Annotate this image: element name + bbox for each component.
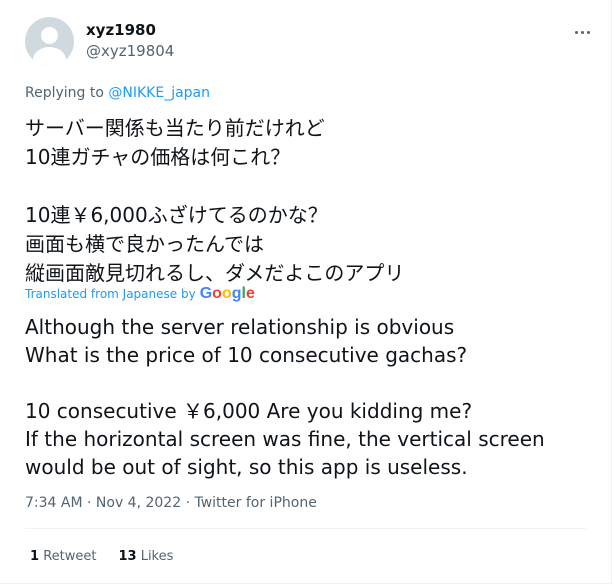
tweet-original-line: 画面も横で良かったんでは bbox=[25, 232, 264, 256]
retweets-stat[interactable]: 1 Retweet bbox=[30, 548, 96, 566]
user-handle[interactable]: @xyz19804 bbox=[86, 42, 174, 60]
tweet-translation-line: 10 consecutive ￥6,000 Are you kidding me… bbox=[25, 399, 473, 423]
tweet-translation-blank-line bbox=[25, 369, 545, 397]
replying-to-label: Replying to bbox=[25, 85, 109, 101]
tweet-text-original: サーバー関係も当たり前だけれど 10連ガチャの価格は何これ？ 10連￥6,000… bbox=[25, 114, 404, 288]
tweet-text-translation: Although the server relationship is obvi… bbox=[25, 313, 545, 481]
retweets-count: 1 bbox=[30, 549, 40, 564]
avatar-head-shape bbox=[41, 27, 58, 44]
more-horizontal-icon-dot bbox=[586, 30, 590, 34]
tweet-stats: 1 Retweet 13 Likes bbox=[30, 548, 173, 566]
tweet-translation-line: Although the server relationship is obvi… bbox=[25, 315, 455, 339]
translation-attribution[interactable]: Translated from Japanese by Google bbox=[25, 286, 255, 302]
more-options-button[interactable] bbox=[569, 24, 595, 40]
tweet-original-line: サーバー関係も当たり前だけれど bbox=[25, 116, 325, 140]
likes-count: 13 bbox=[118, 549, 137, 564]
tweet-source[interactable]: Twitter for iPhone bbox=[194, 495, 316, 511]
tweet-meta: 7:34 AM · Nov 4, 2022 · Twitter for iPho… bbox=[25, 494, 317, 512]
reply-mention-link[interactable]: @NIKKE_japan bbox=[108, 85, 210, 101]
tweet-original-blank-line bbox=[25, 172, 404, 201]
avatar-shoulders-shape bbox=[33, 47, 66, 66]
tweet-original-line: 縦画面敵見切れるし、ダメだよこのアプリ bbox=[25, 261, 405, 285]
user-avatar[interactable] bbox=[25, 17, 74, 66]
retweets-label: Retweet bbox=[43, 549, 97, 564]
tweet-time[interactable]: 7:34 AM bbox=[25, 495, 83, 511]
more-horizontal-icon-dot bbox=[580, 30, 584, 34]
tweet-translation-line: What is the price of 10 consecutive gach… bbox=[25, 343, 468, 367]
tweet-card: xyz1980 @xyz19804 Replying to @NIKKE_jap… bbox=[0, 0, 612, 584]
likes-stat[interactable]: 13 Likes bbox=[118, 548, 173, 566]
tweet-translation-line: would be out of sight, so this app is us… bbox=[25, 455, 468, 479]
meta-separator: · bbox=[181, 495, 195, 511]
user-display-name[interactable]: xyz1980 bbox=[86, 21, 156, 39]
google-logo: Google bbox=[199, 285, 255, 302]
translation-label: Translated from Japanese by bbox=[25, 287, 196, 301]
meta-separator: · bbox=[82, 495, 96, 511]
likes-label: Likes bbox=[140, 549, 174, 564]
replying-to: Replying to @NIKKE_japan bbox=[25, 84, 210, 102]
more-horizontal-icon bbox=[574, 30, 578, 34]
tweet-original-line: 10連ガチャの価格は何これ？ bbox=[25, 145, 291, 169]
stats-divider bbox=[25, 528, 586, 529]
tweet-date[interactable]: Nov 4, 2022 bbox=[96, 495, 181, 511]
tweet-translation-line: If the horizontal screen was fine, the v… bbox=[25, 427, 545, 451]
tweet-original-line: 10連￥6,000ふざけてるのかな？ bbox=[25, 203, 328, 227]
